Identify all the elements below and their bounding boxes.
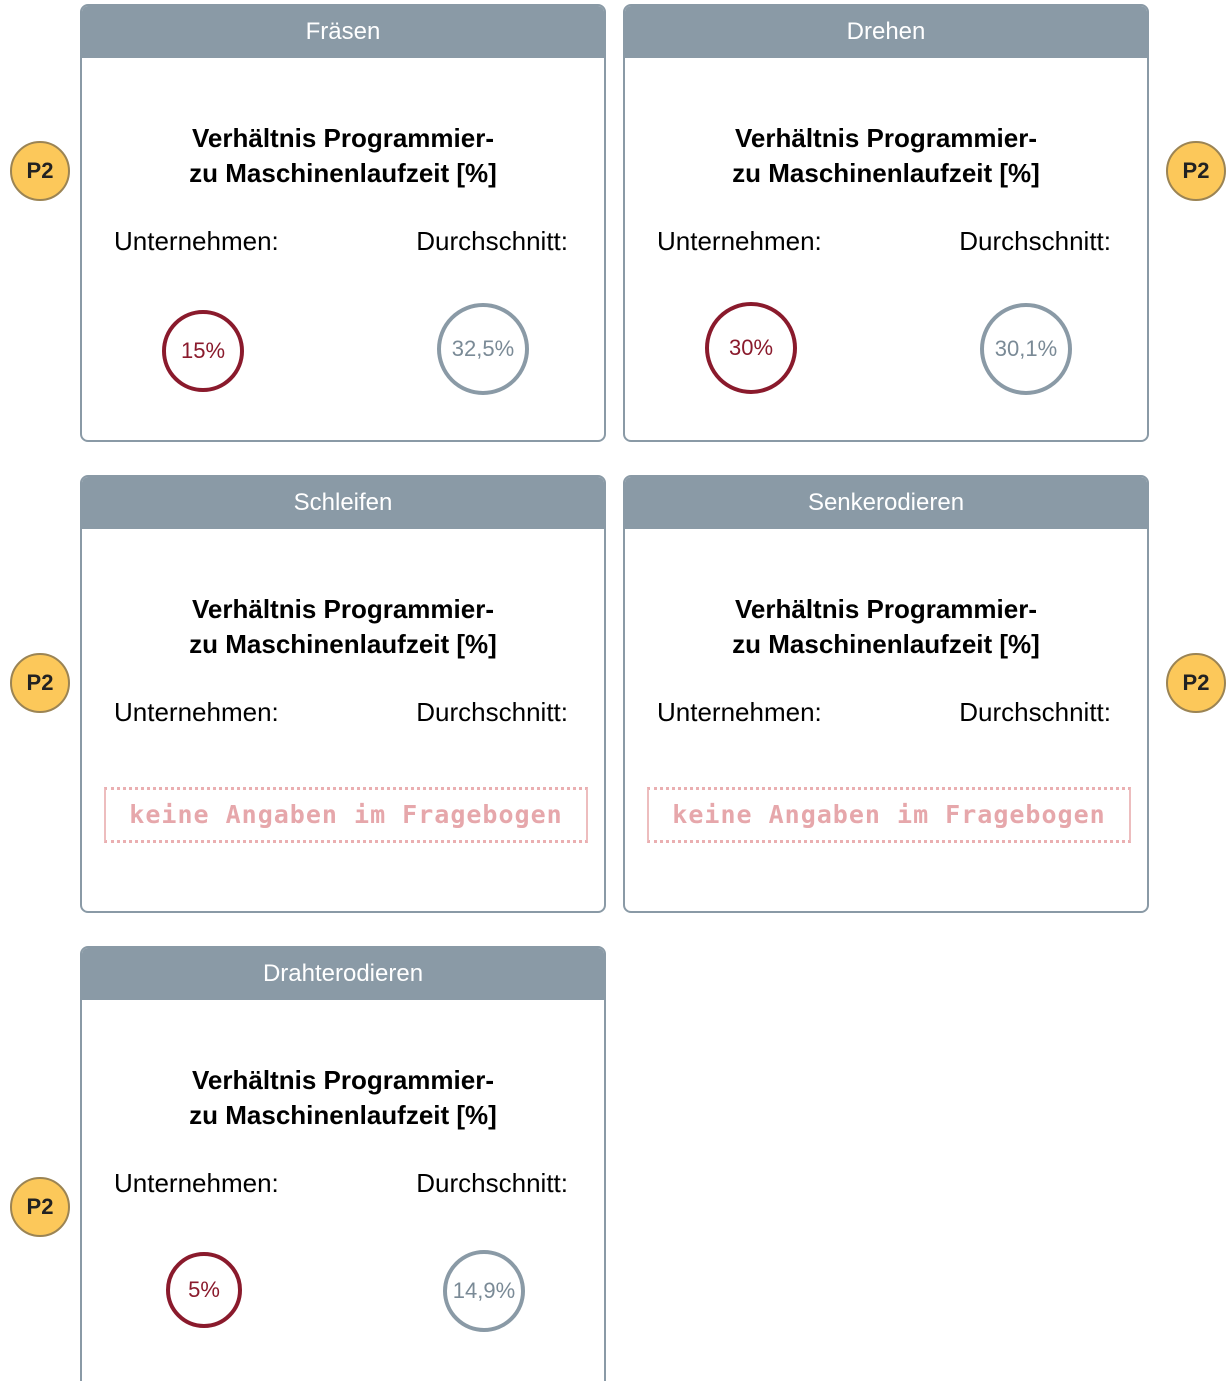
card-header: Drehen xyxy=(625,6,1147,58)
card-title-line1: Verhältnis Programmier- xyxy=(192,594,494,624)
average-label: Durchschnitt: xyxy=(959,226,1111,256)
no-data-stamp: keine Angaben im Fragebogen xyxy=(647,787,1131,843)
card-schleifen: Schleifen Verhältnis Programmier- zu Mas… xyxy=(80,475,606,913)
company-label: Unternehmen: xyxy=(114,1168,279,1198)
company-label: Unternehmen: xyxy=(657,226,822,256)
company-value-circle: 15% xyxy=(162,310,244,392)
average-value-circle: 32,5% xyxy=(437,303,529,395)
card-title-line2: zu Maschinenlaufzeit [%] xyxy=(189,629,497,659)
company-label: Unternehmen: xyxy=(114,697,279,727)
p2-badge: P2 xyxy=(1166,653,1226,713)
card-title-line1: Verhältnis Programmier- xyxy=(735,594,1037,624)
card-title: Verhältnis Programmier- zu Maschinenlauf… xyxy=(82,1063,604,1133)
company-label: Unternehmen: xyxy=(657,697,822,727)
card-drahterodieren: Drahterodieren Verhältnis Programmier- z… xyxy=(80,946,606,1381)
card-title-line1: Verhältnis Programmier- xyxy=(735,123,1037,153)
card-drehen: Drehen Verhältnis Programmier- zu Maschi… xyxy=(623,4,1149,442)
average-label: Durchschnitt: xyxy=(416,1168,568,1198)
p2-badge: P2 xyxy=(10,653,70,713)
card-title: Verhältnis Programmier- zu Maschinenlauf… xyxy=(625,592,1147,662)
p2-badge: P2 xyxy=(1166,141,1226,201)
average-label: Durchschnitt: xyxy=(959,697,1111,727)
average-label: Durchschnitt: xyxy=(416,226,568,256)
card-title-line1: Verhältnis Programmier- xyxy=(192,123,494,153)
card-title-line2: zu Maschinenlaufzeit [%] xyxy=(189,1100,497,1130)
card-header: Senkerodieren xyxy=(625,477,1147,529)
card-senkerodieren: Senkerodieren Verhältnis Programmier- zu… xyxy=(623,475,1149,913)
card-header: Drahterodieren xyxy=(82,948,604,1000)
card-title-line2: zu Maschinenlaufzeit [%] xyxy=(732,629,1040,659)
average-value-circle: 14,9% xyxy=(443,1250,525,1332)
p2-badge: P2 xyxy=(10,141,70,201)
p2-badge: P2 xyxy=(10,1177,70,1237)
card-title-line1: Verhältnis Programmier- xyxy=(192,1065,494,1095)
company-value-circle: 5% xyxy=(166,1252,242,1328)
card-title: Verhältnis Programmier- zu Maschinenlauf… xyxy=(82,592,604,662)
card-fraesen: Fräsen Verhältnis Programmier- zu Maschi… xyxy=(80,4,606,442)
average-value-circle: 30,1% xyxy=(980,303,1072,395)
company-value-circle: 30% xyxy=(705,302,797,394)
card-title-line2: zu Maschinenlaufzeit [%] xyxy=(189,158,497,188)
card-header: Fräsen xyxy=(82,6,604,58)
average-label: Durchschnitt: xyxy=(416,697,568,727)
no-data-stamp: keine Angaben im Fragebogen xyxy=(104,787,588,843)
card-title: Verhältnis Programmier- zu Maschinenlauf… xyxy=(82,121,604,191)
company-label: Unternehmen: xyxy=(114,226,279,256)
card-title: Verhältnis Programmier- zu Maschinenlauf… xyxy=(625,121,1147,191)
page: Fräsen Verhältnis Programmier- zu Maschi… xyxy=(0,0,1232,1381)
card-title-line2: zu Maschinenlaufzeit [%] xyxy=(732,158,1040,188)
card-header: Schleifen xyxy=(82,477,604,529)
